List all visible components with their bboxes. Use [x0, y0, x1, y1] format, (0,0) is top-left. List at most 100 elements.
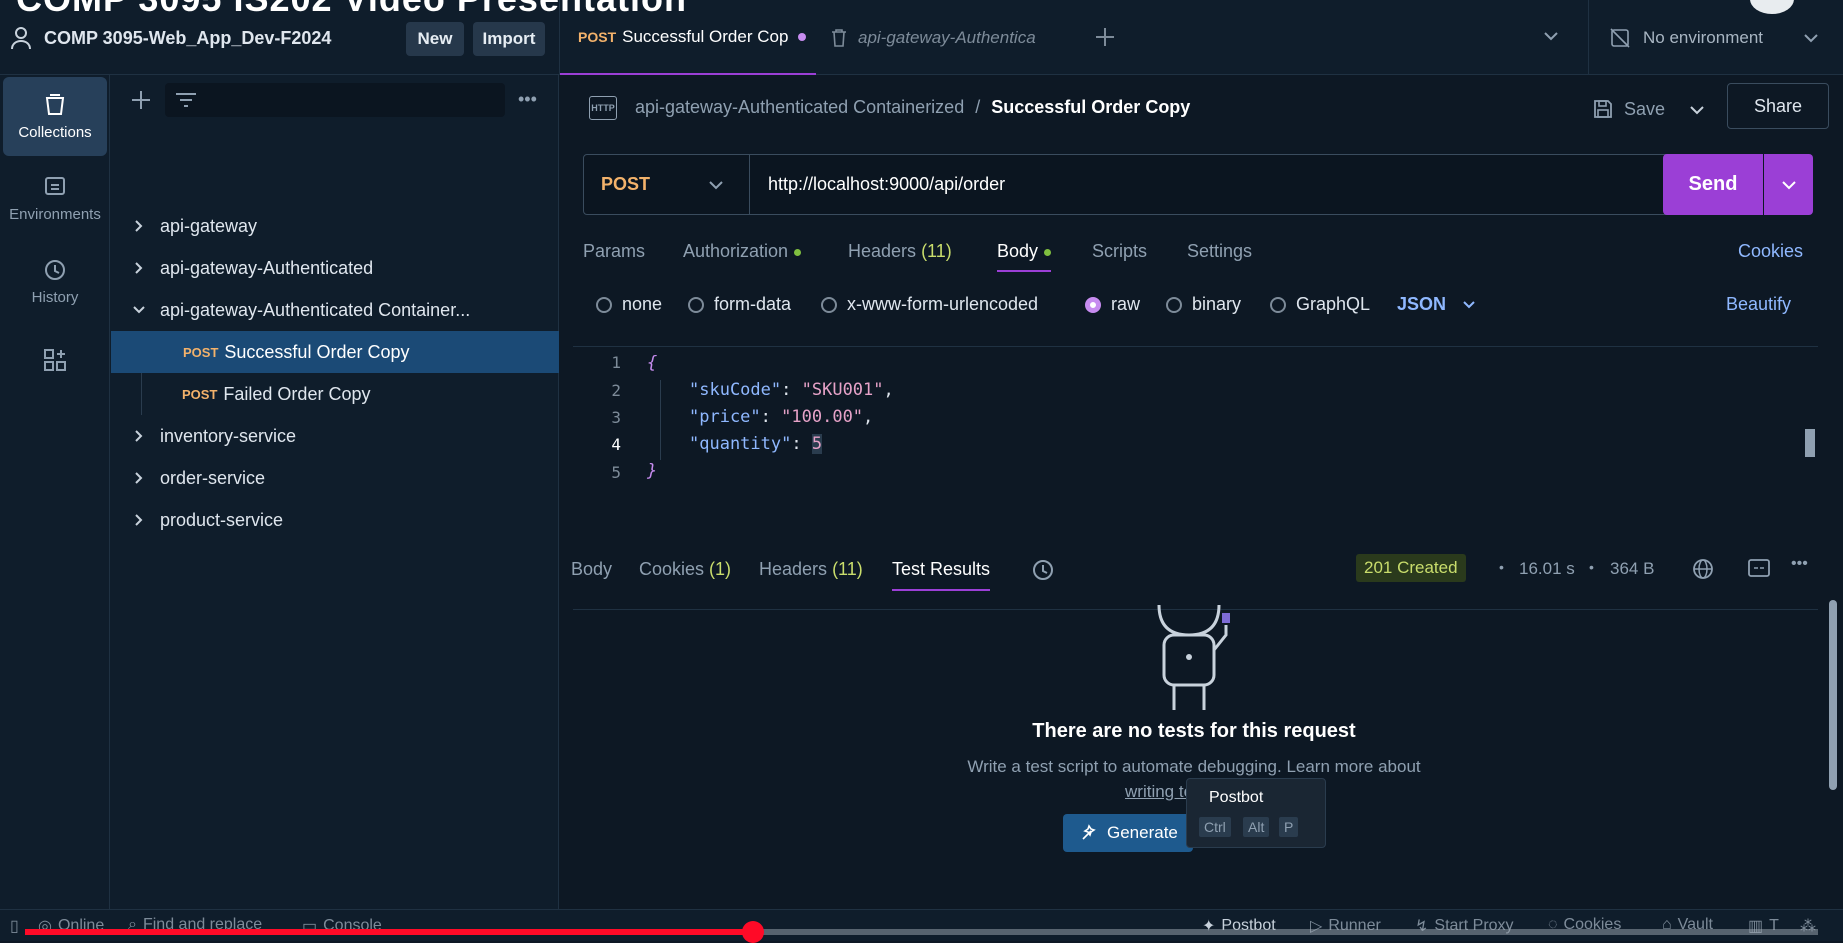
chevron-right-icon	[134, 513, 144, 527]
empty-state-desc: Write a test script to automate debuggin…	[967, 757, 1421, 776]
globe-icon[interactable]	[1691, 557, 1715, 581]
workspace-name[interactable]: COMP 3095-Web_App_Dev-F2024	[44, 28, 331, 49]
send-button[interactable]: Send	[1663, 154, 1763, 215]
writing-tests-link[interactable]: writing te	[1125, 782, 1193, 802]
example-icon[interactable]	[1747, 557, 1771, 579]
response-scrollbar[interactable]	[1829, 600, 1837, 790]
tab-api-gateway[interactable]: api-gateway-Authentica	[830, 0, 1060, 75]
tab-label: Successful Order Cop	[622, 26, 789, 46]
tree-item-successful-order-copy[interactable]: POST Successful Order Copy	[111, 331, 559, 373]
import-button[interactable]: Import	[473, 22, 545, 56]
trash-icon	[830, 28, 848, 48]
add-icon[interactable]	[130, 89, 152, 111]
video-progress-knob[interactable]	[741, 921, 764, 943]
breadcrumb: api-gateway-Authenticated Containerized …	[635, 97, 1191, 117]
save-button[interactable]: Save	[1592, 91, 1665, 127]
rail-apps[interactable]	[3, 335, 107, 385]
rail-history[interactable]: History	[3, 242, 107, 321]
astronaut-illustration	[1129, 595, 1249, 715]
breadcrumb-parent[interactable]: api-gateway-Authenticated Containerized	[635, 97, 964, 117]
url-input[interactable]: http://localhost:9000/api/order	[768, 174, 1005, 195]
postbot-tooltip: Postbot Ctrl Alt P	[1186, 778, 1326, 848]
chevron-right-icon	[134, 471, 144, 485]
response-tab-tests[interactable]: Test Results	[892, 559, 991, 591]
radio-raw[interactable]: raw	[1085, 294, 1140, 315]
cookies-link[interactable]: Cookies	[1738, 241, 1803, 262]
response-time: 16.01 s	[1519, 559, 1575, 578]
chevron-down-icon	[132, 305, 146, 315]
layout-icon[interactable]: ▯	[10, 916, 19, 936]
radio-binary[interactable]: binary	[1166, 294, 1241, 315]
radio-form-data[interactable]: form-data	[688, 294, 791, 315]
status-bar: ▯ ◎ Online ⌕ Find and replace ▭ Console ✦ Po…	[0, 909, 1843, 941]
editor-scrollbar[interactable]	[1805, 429, 1815, 457]
video-progress-track[interactable]	[25, 921, 1818, 943]
radio-graphql[interactable]: GraphQL	[1270, 294, 1370, 315]
tab-headers[interactable]: Headers (11)	[848, 241, 952, 262]
video-progress-fill	[25, 929, 753, 935]
tree-guide	[141, 373, 142, 415]
apps-icon	[42, 347, 68, 373]
chevron-down-icon	[708, 179, 724, 191]
tree-item-inventory-service[interactable]: inventory-service	[110, 415, 559, 457]
tab-params[interactable]: Params	[583, 241, 645, 262]
chevron-right-icon	[134, 429, 144, 443]
environment-selector[interactable]: No environment	[1588, 0, 1833, 75]
rail-collections[interactable]: Collections	[3, 77, 107, 156]
tab-authorization[interactable]: Authorization	[683, 241, 802, 262]
left-rail: Collections Environments History	[0, 75, 110, 909]
method-select[interactable]: POST	[584, 155, 750, 214]
collections-icon	[42, 92, 68, 118]
tree-item-api-gateway-containerized[interactable]: api-gateway-Authenticated Container...	[110, 289, 559, 331]
request-name[interactable]: Successful Order Copy	[991, 97, 1190, 117]
tab-scripts[interactable]: Scripts	[1092, 241, 1147, 262]
postbot-icon	[1079, 823, 1099, 843]
response-tab-body[interactable]: Body	[571, 559, 612, 580]
send-options-button[interactable]	[1764, 154, 1813, 215]
tree-item-failed-order-copy[interactable]: POST Failed Order Copy	[110, 373, 559, 415]
share-button[interactable]: Share	[1727, 83, 1829, 129]
empty-state-title: There are no tests for this request	[1032, 720, 1356, 742]
tree-item-api-gateway-authenticated[interactable]: api-gateway-Authenticated	[110, 247, 559, 289]
format-select[interactable]: JSON	[1397, 294, 1476, 315]
tree-item-order-service[interactable]: order-service	[110, 457, 559, 499]
code-line-2: "skuCode": "SKU001",	[689, 380, 894, 400]
response-tab-cookies[interactable]: Cookies (1)	[639, 559, 731, 580]
tab-body[interactable]: Body	[997, 241, 1052, 272]
radio-urlencoded[interactable]: x-www-form-urlencoded	[821, 294, 1038, 315]
filter-icon	[175, 91, 197, 109]
chevron-right-icon	[134, 261, 144, 275]
user-icon[interactable]	[10, 26, 32, 50]
generate-tests-button[interactable]: Generate	[1063, 814, 1193, 852]
tree-item-api-gateway[interactable]: api-gateway	[110, 205, 559, 247]
status-dot	[794, 248, 802, 256]
tab-settings[interactable]: Settings	[1187, 241, 1252, 262]
url-bar: POST http://localhost:9000/api/order	[583, 154, 1673, 215]
response-tab-headers[interactable]: Headers (11)	[759, 559, 863, 580]
save-icon	[1592, 98, 1614, 120]
chevron-down-icon	[1803, 32, 1819, 44]
code-line-3: "price": "100.00",	[689, 407, 874, 427]
radio-none[interactable]: none	[596, 294, 662, 315]
tree-item-product-service[interactable]: product-service	[110, 499, 559, 541]
chevron-down-icon[interactable]	[1689, 104, 1705, 116]
collections-sidebar: ••• api-gateway api-gateway-Authenticate…	[110, 75, 559, 909]
more-options-icon[interactable]: •••	[1791, 555, 1808, 573]
add-tab-icon[interactable]	[1094, 26, 1116, 48]
code-line-4: "quantity": 5	[689, 434, 823, 454]
history-icon[interactable]	[1031, 558, 1055, 582]
indent-guide	[660, 380, 661, 460]
new-button[interactable]: New	[406, 22, 464, 56]
http-icon: HTTP	[589, 96, 617, 120]
rail-environments[interactable]: Environments	[3, 159, 107, 238]
chevron-down-icon[interactable]	[1543, 30, 1559, 42]
request-editor: HTTP api-gateway-Authenticated Container…	[559, 75, 1843, 909]
chevron-down-icon	[1781, 179, 1797, 191]
beautify-button[interactable]: Beautify	[1726, 294, 1791, 315]
chevron-right-icon	[134, 219, 144, 233]
chevron-down-icon	[1462, 300, 1476, 310]
video-overlay-title: COMP 3095 IS202 Video Presentation	[16, 0, 687, 20]
more-options-icon[interactable]: •••	[518, 89, 537, 110]
status-badge: 201 Created	[1356, 554, 1466, 582]
filter-input[interactable]	[165, 83, 505, 117]
